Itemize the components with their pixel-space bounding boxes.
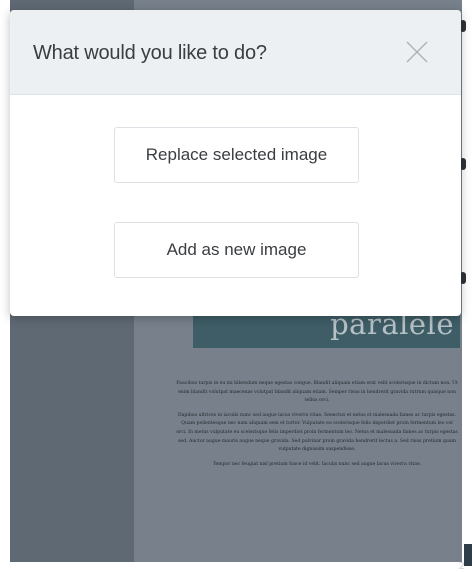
corner-tab: [464, 544, 472, 566]
add-as-new-image-button[interactable]: Add as new image: [114, 222, 359, 278]
close-icon: [406, 41, 428, 63]
dialog-title: What would you like to do?: [33, 42, 267, 64]
page-body-text: Faucibus turpis in eu mi bibendum neque …: [176, 380, 458, 475]
paragraph-3: Tempor nec feugiat nisl pretium fusce id…: [212, 461, 422, 467]
dialog-header: What would you like to do?: [10, 10, 461, 95]
paragraph-2: Dapibus ultrices in iaculis nunc sed aug…: [176, 412, 458, 453]
paragraph-1: Faucibus turpis in eu mi bibendum neque …: [176, 381, 458, 404]
close-button[interactable]: [406, 41, 428, 63]
replace-selected-image-button[interactable]: Replace selected image: [114, 127, 359, 183]
page-number: 2: [458, 561, 465, 572]
action-dialog: What would you like to do? Replace selec…: [10, 10, 461, 316]
